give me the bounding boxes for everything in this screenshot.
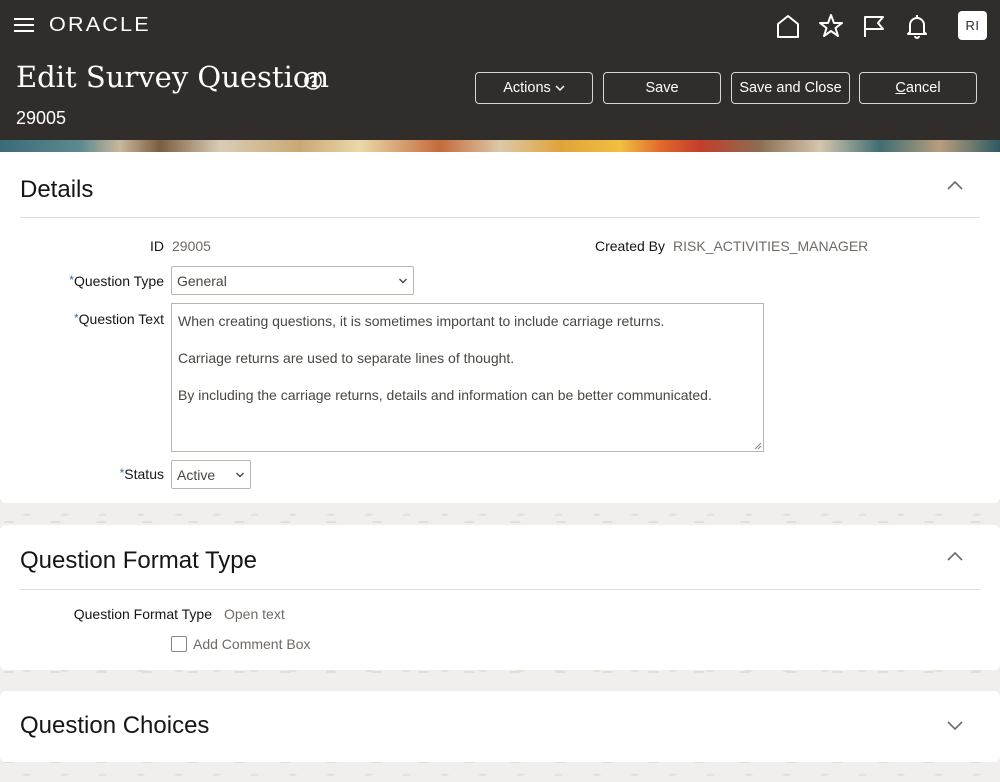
question-type-value: General — [177, 272, 227, 289]
flag-icon[interactable] — [860, 12, 888, 40]
question-choices-section[interactable]: Question Choices — [0, 691, 1000, 762]
hamburger-icon[interactable] — [14, 16, 36, 34]
details-title: Details — [20, 176, 94, 203]
actions-label: Actions — [503, 80, 551, 96]
format-type-value: Open text — [224, 606, 285, 622]
chevron-down-icon — [399, 278, 407, 284]
id-label: ID — [150, 238, 164, 254]
details-section: Details ID 29005 Created By RISK_ACTIVIT… — [0, 152, 1000, 503]
question-text-line: By including the carriage returns, detai… — [178, 387, 712, 404]
section-divider — [20, 217, 980, 218]
cancel-label: Cancel — [895, 80, 941, 96]
question-type-label: *Question Type — [69, 273, 164, 289]
created-by-label: Created By — [594, 238, 665, 254]
chevron-down-icon[interactable] — [944, 714, 966, 736]
chevron-up-icon[interactable] — [944, 546, 966, 568]
add-comment-checkbox[interactable] — [171, 636, 187, 652]
save-and-close-button[interactable]: Save and Close — [731, 72, 850, 104]
help-icon[interactable] — [303, 71, 323, 91]
question-choices-title: Question Choices — [20, 712, 210, 739]
question-text-line: Carriage returns are used to separate li… — [178, 350, 515, 367]
chevron-down-icon — [555, 85, 565, 92]
question-text-line: When creating questions, it is sometimes… — [178, 313, 665, 329]
star-icon[interactable] — [817, 12, 845, 40]
global-header: ORACLE RI Edit Survey Question 29005 Act… — [0, 0, 1000, 140]
actions-menu-button[interactable]: Actions — [475, 72, 593, 104]
question-format-section: Question Format Type Question Format Typ… — [0, 525, 1000, 670]
question-format-title: Question Format Type — [20, 547, 257, 574]
add-comment-label: Add Comment Box — [193, 636, 311, 652]
user-avatar[interactable]: RI — [958, 11, 987, 40]
oracle-logo: ORACLE — [49, 14, 151, 36]
created-by-value: RISK_ACTIVITIES_MANAGER — [673, 238, 869, 254]
question-text-label: *Question Text — [73, 311, 164, 327]
decorative-banner — [0, 140, 1000, 152]
save-and-close-label: Save and Close — [739, 80, 842, 96]
page-title: Edit Survey Question — [16, 60, 329, 94]
resize-grip-icon[interactable] — [753, 441, 762, 450]
status-value: Active — [177, 466, 216, 483]
status-select[interactable]: Active — [171, 460, 251, 489]
page-subtitle: 29005 — [16, 108, 67, 128]
chevron-down-icon — [236, 472, 244, 478]
section-divider — [20, 589, 980, 590]
format-type-label: Question Format Type — [73, 606, 212, 622]
id-value: 29005 — [172, 238, 211, 254]
home-icon[interactable] — [774, 12, 802, 40]
question-text-area[interactable]: When creating questions, it is sometimes… — [171, 303, 764, 452]
bell-icon[interactable] — [903, 12, 931, 40]
cancel-button[interactable]: Cancel — [859, 72, 977, 104]
question-type-select[interactable]: General — [171, 266, 414, 295]
chevron-up-icon[interactable] — [944, 175, 966, 197]
status-label: *Status — [119, 466, 164, 482]
save-label: Save — [645, 80, 679, 96]
save-button[interactable]: Save — [603, 72, 721, 104]
